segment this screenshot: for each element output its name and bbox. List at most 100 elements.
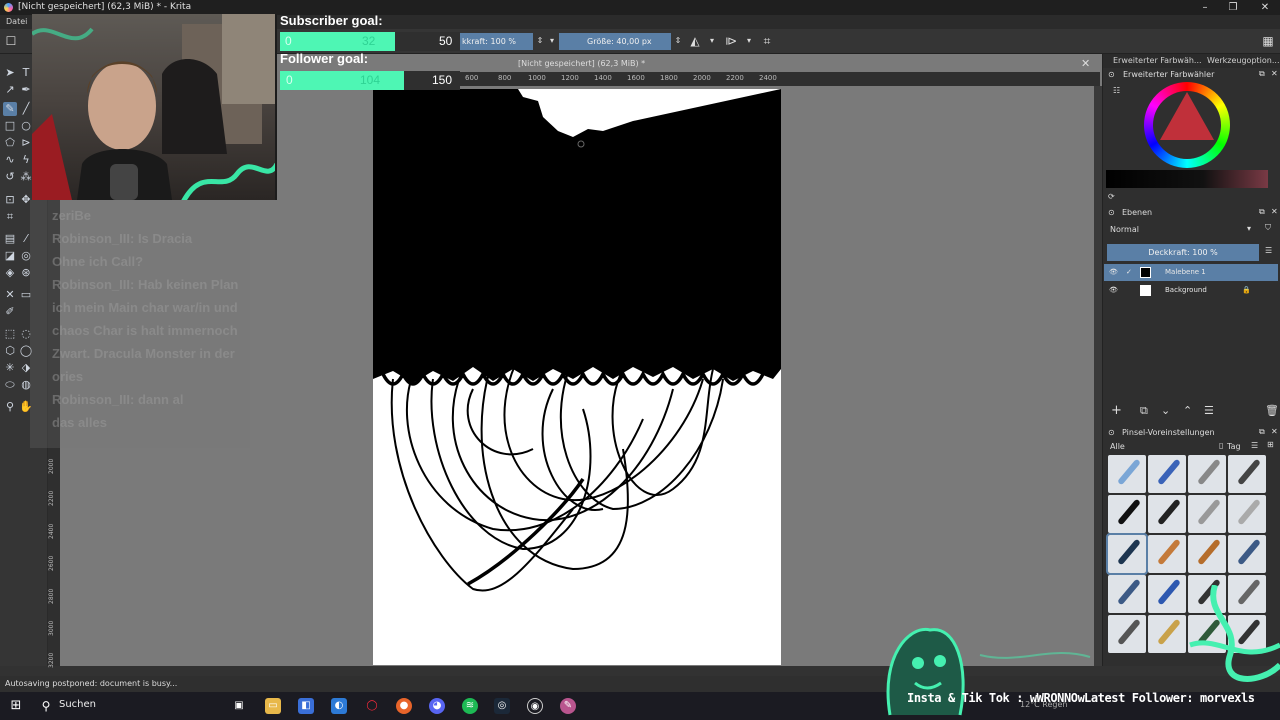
opera-icon[interactable]: ◯ — [364, 698, 380, 714]
add-layer-icon[interactable]: + — [1111, 403, 1122, 418]
panel-lock-icon[interactable]: ⊙ — [1108, 70, 1115, 79]
mirror-horizontal-icon[interactable]: ◭ — [688, 34, 702, 48]
zoom-tool-icon[interactable]: ⚲ — [3, 400, 17, 414]
file-explorer-icon[interactable]: ▭ — [265, 698, 281, 714]
chevron-down-icon[interactable]: ▾ — [705, 34, 719, 48]
duplicate-layer-icon[interactable]: ⧉ — [1140, 404, 1148, 418]
blend-mode-select[interactable]: Normal — [1110, 225, 1139, 234]
firefox-icon[interactable]: ● — [396, 698, 412, 714]
edge-icon[interactable]: ◐ — [331, 698, 347, 714]
brush-preset[interactable] — [1188, 535, 1226, 573]
menu-icon[interactable]: ☰ — [1265, 246, 1272, 255]
smart-patch-icon[interactable]: ◪ — [3, 249, 17, 263]
color-triangle[interactable] — [1160, 92, 1214, 140]
close-panel-icon[interactable]: ✕ — [1271, 69, 1278, 78]
store-icon[interactable]: ◧ — [298, 698, 314, 714]
vertical-scrollbar[interactable] — [1094, 86, 1102, 666]
freehand-path-icon[interactable]: ϟ — [19, 153, 33, 167]
tab-color-selector[interactable]: Erweiterter Farbwäh... — [1113, 56, 1202, 65]
task-view-icon[interactable]: ▣ — [231, 698, 247, 714]
pan-tool-icon[interactable]: ✐ — [3, 305, 17, 319]
gradient-tool-icon[interactable]: ▤ — [3, 232, 17, 246]
multibrush-icon[interactable]: ⁂ — [19, 170, 33, 184]
bezier-tool-icon[interactable]: ∿ — [3, 153, 17, 167]
tab-tool-options[interactable]: Werkzeugoption... — [1207, 56, 1279, 65]
maximize-button[interactable]: ❐ — [1218, 0, 1248, 15]
color-settings-icon[interactable]: ☷ — [1113, 86, 1120, 95]
layer-row-background[interactable]: 👁 Background 🔒 — [1104, 282, 1278, 299]
ellipse-tool-icon[interactable]: ○ — [19, 119, 33, 133]
windows-start-icon[interactable]: ⊞ — [8, 698, 24, 714]
brush-preset[interactable] — [1108, 455, 1146, 493]
move-layer-up-icon[interactable]: ⌃ — [1183, 404, 1192, 417]
document-tab[interactable]: [Nicht gespeichert] (62,3 MiB) * ✕ — [460, 56, 1100, 72]
panel-lock-icon[interactable]: ⊙ — [1108, 208, 1115, 217]
float-panel-icon[interactable]: ⧉ — [1259, 207, 1265, 217]
rect-select-icon[interactable]: ⬚ — [3, 327, 17, 341]
layer-opacity-slider[interactable]: Deckkraft: 100 % — [1107, 244, 1259, 261]
menu-icon[interactable]: ☰ — [1251, 441, 1258, 450]
drawing-canvas[interactable] — [373, 89, 781, 665]
brush-preset[interactable] — [1148, 535, 1186, 573]
dynamic-brush-icon[interactable]: ↺ — [3, 170, 17, 184]
magic-wand-icon[interactable]: ✳ — [3, 361, 17, 375]
rectangle-tool-icon[interactable]: □ — [3, 119, 17, 133]
krita-taskbar-icon[interactable]: ✎ — [560, 698, 576, 714]
move-layer-down-icon[interactable]: ⌄ — [1161, 404, 1170, 417]
transform-tool-icon[interactable]: ⊡ — [3, 193, 17, 207]
new-document-icon[interactable]: ☐ — [4, 34, 18, 48]
panel-lock-icon[interactable]: ⊙ — [1108, 428, 1115, 437]
brush-preset[interactable] — [1228, 535, 1266, 573]
brush-preset[interactable] — [1228, 495, 1266, 533]
brush-preset[interactable] — [1188, 455, 1226, 493]
mirror-vertical-icon[interactable]: ⧐ — [724, 34, 738, 48]
color-refresh-icon[interactable]: ⟳ — [1108, 192, 1115, 201]
close-panel-icon[interactable]: ✕ — [1271, 427, 1278, 436]
spin-arrows-icon[interactable]: ⇕ — [671, 34, 685, 48]
fill-tool-icon[interactable]: ◈ — [3, 266, 17, 280]
bezier-select-icon[interactable]: ⬭ — [3, 378, 17, 392]
chevron-down-icon[interactable]: ▾ — [742, 34, 756, 48]
close-panel-icon[interactable]: ✕ — [1271, 207, 1278, 216]
filter-icon[interactable]: ⛉ — [1265, 223, 1271, 233]
tag-icon[interactable]: ▯ — [1219, 441, 1223, 450]
spotify-icon[interactable]: ≋ — [462, 698, 478, 714]
layer-check-icon[interactable]: ✓ — [1126, 264, 1132, 281]
color-history-bar[interactable] — [1106, 170, 1268, 188]
visibility-eye-icon[interactable]: 👁 — [1109, 282, 1118, 299]
opacity-slider[interactable]: kkraft: 100 % — [458, 33, 533, 50]
brush-filter-select[interactable]: Alle — [1110, 442, 1125, 451]
obs-icon[interactable]: ◉ — [527, 698, 543, 714]
line-tool-icon[interactable]: ╱ — [19, 102, 33, 116]
text-tool-icon[interactable]: T — [19, 66, 33, 80]
brush-preset[interactable] — [1188, 495, 1226, 533]
measure-tool-icon[interactable]: ✕ — [3, 288, 17, 302]
freehand-brush-icon[interactable]: ✎ — [3, 102, 17, 116]
search-icon[interactable]: ⚲ — [38, 698, 54, 714]
float-panel-icon[interactable]: ⧉ — [1259, 69, 1265, 79]
close-document-icon[interactable]: ✕ — [1081, 56, 1090, 72]
calligraphy-icon[interactable]: ✒ — [19, 83, 33, 97]
close-button[interactable]: ✕ — [1250, 0, 1280, 15]
layer-properties-icon[interactable]: ☰ — [1204, 404, 1214, 417]
taskbar-search[interactable]: Suchen — [59, 699, 96, 710]
chevron-down-icon[interactable]: ▾ — [545, 34, 559, 48]
brush-preset[interactable] — [1228, 455, 1266, 493]
size-slider[interactable]: Größe: 40,00 px — [559, 33, 671, 50]
brush-preset[interactable] — [1108, 495, 1146, 533]
brush-preset[interactable] — [1148, 455, 1186, 493]
polygon-tool-icon[interactable]: ⬠ — [3, 136, 17, 150]
polyline-tool-icon[interactable]: ⊳ — [19, 136, 33, 150]
tag-select[interactable]: Tag — [1227, 442, 1241, 451]
wrap-around-icon[interactable]: ⌗ — [760, 34, 774, 48]
steam-icon[interactable]: ◎ — [494, 698, 510, 714]
minimize-button[interactable]: – — [1190, 0, 1220, 15]
polygon-select-icon[interactable]: ⬡ — [3, 344, 17, 358]
edit-shape-icon[interactable]: ↗ — [3, 83, 17, 97]
menu-file[interactable]: Datei — [6, 15, 27, 29]
delete-layer-icon[interactable]: 🗑 — [1265, 404, 1279, 417]
discord-icon[interactable]: ◕ — [429, 698, 445, 714]
brush-preset[interactable] — [1148, 495, 1186, 533]
expand-icon[interactable]: ⊞ — [1267, 440, 1274, 449]
lock-icon[interactable]: 🔒 — [1242, 282, 1251, 299]
